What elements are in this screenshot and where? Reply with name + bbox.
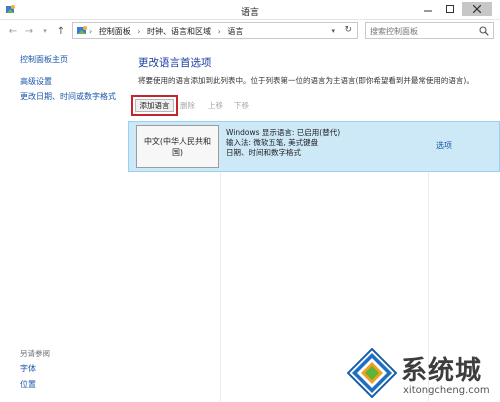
page-title: 更改语言首选项 xyxy=(138,57,212,69)
language-options-link[interactable]: 选项 xyxy=(436,140,452,151)
maximize-icon xyxy=(446,5,454,13)
breadcrumb-item-control-panel[interactable]: 控制面板 xyxy=(99,27,131,36)
search-icon[interactable] xyxy=(479,26,489,36)
language-format-info: 日期、时间和数字格式 xyxy=(226,148,301,157)
breadcrumb: › 控制面板 › 时钟、语言和区域 › 语言 xyxy=(89,26,243,37)
watermark-logo-icon xyxy=(347,348,397,398)
language-input-methods: 输入法: 微软五笔, 美式键盘 xyxy=(226,138,319,147)
search-box[interactable] xyxy=(365,22,494,39)
address-dropdown-icon[interactable]: ▾ xyxy=(331,27,335,35)
close-icon xyxy=(473,5,481,13)
language-details: Windows 显示语言: 已启用(替代) 输入法: 微软五笔, 美式键盘 日期… xyxy=(226,128,340,158)
minimize-icon xyxy=(424,10,432,12)
breadcrumb-item-language[interactable]: 语言 xyxy=(227,27,243,36)
control-panel-icon xyxy=(77,26,87,34)
page-description: 将要使用的语言添加到此列表中。位于列表第一位的语言为主语言(即你希望看到并最常使… xyxy=(138,76,474,85)
language-list-row[interactable]: 中文(中华人民共和国) Windows 显示语言: 已启用(替代) 输入法: 微… xyxy=(128,121,500,172)
breadcrumb-chevron-icon: › xyxy=(89,27,93,36)
add-language-highlight: 添加语言 xyxy=(131,95,178,116)
add-language-button[interactable]: 添加语言 xyxy=(135,99,174,112)
breadcrumb-chevron-icon: › xyxy=(217,27,221,36)
watermark: 系统城 xitongcheng.com xyxy=(343,345,500,402)
up-arrow-icon: ↑ xyxy=(56,25,66,37)
sidebar: 控制面板主页 高级设置 更改日期、时间或数字格式 另请参阅 字体 位置 xyxy=(0,42,128,402)
breadcrumb-item-clock-language-region[interactable]: 时钟、语言和区域 xyxy=(147,27,211,36)
move-up-button[interactable]: 上移 xyxy=(208,100,223,111)
watermark-text: 系统城 xyxy=(401,356,483,386)
watermark-url: xitongcheng.com xyxy=(403,385,490,396)
maximize-button[interactable] xyxy=(440,2,460,16)
language-name-tile[interactable]: 中文(中华人民共和国) xyxy=(136,125,219,168)
move-down-button[interactable]: 下移 xyxy=(234,100,249,111)
recent-locations-button[interactable]: ▾ xyxy=(38,24,52,38)
address-bar[interactable]: › 控制面板 › 时钟、语言和区域 › 语言 ▾ ↻ xyxy=(72,22,358,39)
back-arrow-icon: ← xyxy=(8,25,18,37)
sidebar-link-fonts[interactable]: 字体 xyxy=(20,363,36,374)
sidebar-link-location[interactable]: 位置 xyxy=(20,379,36,390)
language-display-status: Windows 显示语言: 已启用(替代) xyxy=(226,128,341,137)
forward-button[interactable]: → xyxy=(22,24,36,38)
see-also-heading: 另请参阅 xyxy=(20,349,50,358)
sidebar-link-advanced-settings[interactable]: 高级设置 xyxy=(20,76,52,87)
back-button[interactable]: ← xyxy=(6,24,20,38)
sidebar-link-control-panel-home[interactable]: 控制面板主页 xyxy=(20,54,68,65)
close-button[interactable] xyxy=(462,2,492,16)
title-bar: 语言 xyxy=(0,0,500,20)
forward-arrow-icon: → xyxy=(24,25,34,37)
breadcrumb-chevron-icon: › xyxy=(137,27,141,36)
up-button[interactable]: ↑ xyxy=(54,24,68,38)
minimize-button[interactable] xyxy=(418,2,438,16)
refresh-icon[interactable]: ↻ xyxy=(344,25,352,35)
search-input[interactable] xyxy=(370,25,470,37)
address-row: ← → ▾ ↑ › 控制面板 › 时钟、语言和区域 › 语言 ▾ ↻ xyxy=(0,20,500,42)
column-divider xyxy=(220,172,221,402)
remove-button[interactable]: 删除 xyxy=(180,100,195,111)
sidebar-link-change-date-time-format[interactable]: 更改日期、时间或数字格式 xyxy=(20,91,116,102)
chevron-down-icon: ▾ xyxy=(43,27,47,35)
